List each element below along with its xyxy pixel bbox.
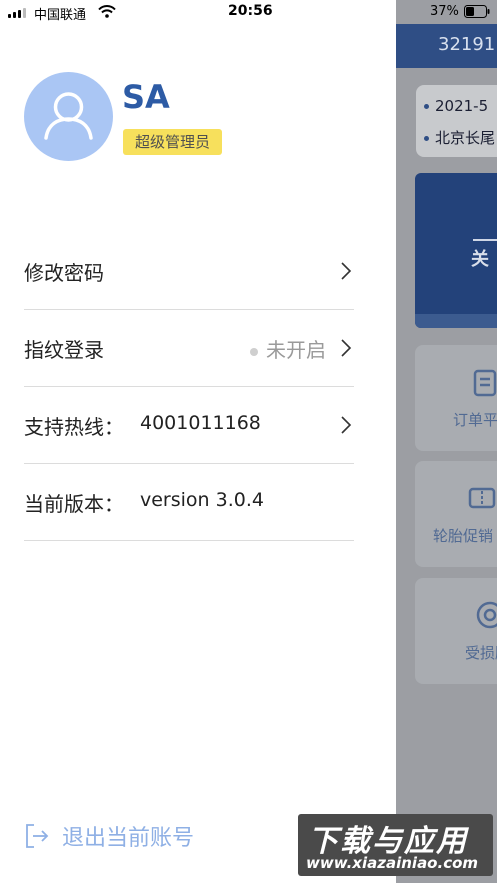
background-topbar: 32191 [396,24,497,68]
status-dot-icon [250,347,258,356]
carrier-name: 中国联通 [34,8,87,23]
menu-item-current-version: 当前版本： version 3.0.4 [24,464,354,541]
clock: 20:56 [228,3,273,19]
background-banner-text: 关 [471,249,489,270]
background-app: 32191 2021-5 北京长尾 关 订单平 轮胎促销 受损胎 [396,0,497,883]
chevron-right-icon [341,262,352,280]
background-topbar-text: 32191 [438,34,496,55]
role-badge: 超级管理员 [123,129,223,155]
menu-item-support-hotline[interactable]: 支持热线： 4001011168 [24,387,354,464]
user-icon [44,92,93,140]
menu-item-change-password[interactable]: 修改密码 [24,233,354,310]
background-tile-damaged: 受损胎 [415,578,497,684]
clipboard-icon [473,369,497,397]
menu-item-label: 当前版本： [24,492,124,516]
background-tile-label: 受损胎 [465,644,497,662]
battery-percent: 37% [430,4,459,19]
background-banner: 关 [415,173,497,328]
watermark-url: www.xiazainiao.com [306,854,479,872]
logout-label: 退出当前账号 [62,826,195,851]
logout-icon [26,824,49,848]
wifi-icon [98,5,116,18]
chevron-right-icon [341,416,352,434]
signal-icon [8,8,28,18]
battery-icon [464,5,490,18]
background-tile-label: 订单平 [453,411,497,429]
ticket-icon [468,487,496,509]
watermark-logo: 下载与应用 www.xiazainiao.com [298,814,493,876]
background-card-line: 北京长尾 [424,127,495,148]
background-tile-orders: 订单平 [415,345,497,451]
menu-item-fingerprint-login[interactable]: 指纹登录 未开启 [24,310,354,387]
background-card-line: 2021-5 [424,97,488,115]
side-drawer: SA 超级管理员 修改密码 指纹登录 未开启 支持热线： 4001011168 … [0,0,396,883]
background-tile-promo: 轮胎促销 [415,461,497,567]
chevron-right-icon [341,339,352,357]
avatar[interactable] [24,72,113,161]
background-tile-label: 轮胎促销 [433,527,494,545]
background-info-card: 2021-5 北京长尾 [416,85,497,157]
status-bar: 中国联通 20:56 37% [0,0,497,24]
tire-icon [476,601,497,629]
user-name: SA [122,78,170,116]
menu-item-label: 支持热线： [24,415,124,439]
hotline-number: 4001011168 [140,412,261,434]
menu-item-label: 修改密码 [24,261,104,285]
version-value: version 3.0.4 [140,489,264,511]
fingerprint-status: 未开启 [250,334,326,363]
menu-item-label: 指纹登录 [24,338,104,362]
